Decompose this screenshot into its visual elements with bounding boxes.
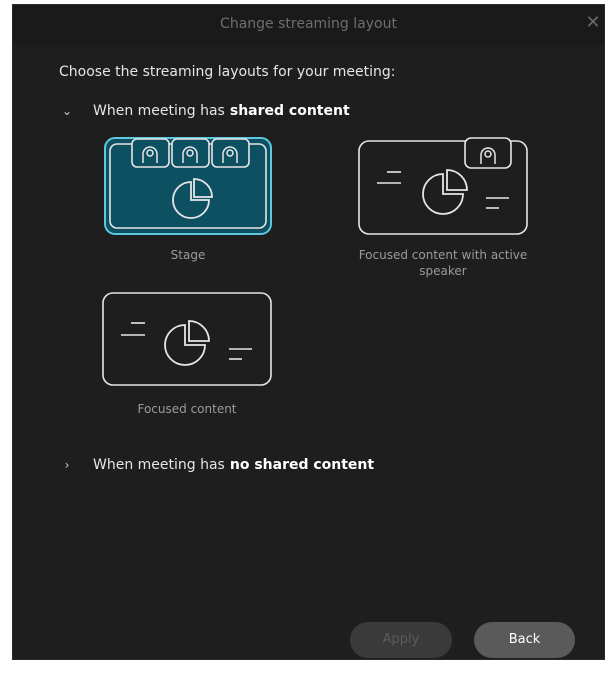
- section-prefix: When meeting has: [93, 457, 225, 473]
- dialog-title: Change streaming layout: [220, 16, 397, 32]
- instructions-heading: Choose the streaming layouts for your me…: [59, 64, 396, 80]
- layout-label-stage: Stage: [170, 248, 206, 262]
- layout-option-focused-content-active-speaker[interactable]: [357, 136, 529, 236]
- layout-label-focused-content-active-speaker: Focused content with active speaker: [358, 248, 528, 278]
- section-prefix: When meeting has: [93, 103, 225, 119]
- chevron-down-icon: ⌄: [61, 104, 73, 118]
- layout-label-focused-content: Focused content: [137, 402, 237, 416]
- section-bold-label: shared content: [229, 103, 350, 119]
- apply-button[interactable]: Apply: [350, 622, 452, 658]
- focused-content-active-speaker-icon: [358, 137, 528, 235]
- change-streaming-layout-dialog: Change streaming layout ✕ Choose the str…: [12, 4, 605, 660]
- stage-layout-icon: [104, 137, 272, 235]
- section-no-shared-content[interactable]: › When meeting has no shared content: [57, 457, 375, 473]
- chevron-right-icon: ›: [64, 458, 70, 472]
- close-icon[interactable]: ✕: [582, 11, 604, 35]
- layout-option-focused-content[interactable]: [101, 291, 273, 387]
- layout-option-stage[interactable]: [103, 136, 273, 236]
- back-button[interactable]: Back: [474, 622, 575, 658]
- title-bar: Change streaming layout ✕: [13, 5, 604, 45]
- focused-content-icon: [102, 292, 272, 386]
- section-bold-label: no shared content: [229, 457, 375, 473]
- section-shared-content[interactable]: ⌄ When meeting has shared content: [57, 103, 350, 119]
